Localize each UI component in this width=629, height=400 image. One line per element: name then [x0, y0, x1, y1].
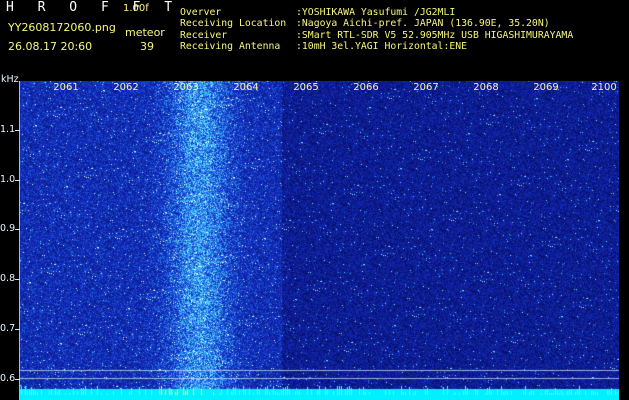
y-tick-label-0-7: 0.7 — [0, 323, 16, 334]
x-tick-label: 2065 — [293, 82, 319, 93]
waterfall-spectrogram — [19, 81, 619, 400]
x-tick-label: 2068 — [473, 82, 499, 93]
y-tick-label-0-9: 0.9 — [0, 223, 16, 234]
observer-value: :YOSHIKAWA Yasufumi /JG2MLI — [296, 7, 456, 18]
meteor-count-label: meteor — [125, 26, 165, 39]
app-version: 1.00f — [123, 3, 149, 14]
y-tick-label-1-0: 1.0 — [0, 174, 16, 185]
y-axis-unit: kHz — [1, 74, 19, 85]
antenna-value: :10mH 3el.YAGI Horizontal:ENE — [296, 41, 468, 52]
waterfall-canvas — [19, 81, 619, 400]
y-tick-mark — [15, 229, 20, 230]
meteor-count-value: 39 — [140, 40, 154, 53]
location-value: :Nagoya Aichi-pref. JAPAN (136.90E, 35.2… — [296, 18, 550, 29]
x-tick-label: 2064 — [233, 82, 259, 93]
y-tick-mark — [15, 130, 20, 131]
x-tick-label: 2062 — [113, 82, 139, 93]
receiver-value: :SMart RTL-SDR V5 52.905MHz USB HIGASHIM… — [296, 30, 574, 41]
x-tick-label: 2061 — [53, 82, 79, 93]
y-tick-mark — [15, 180, 20, 181]
x-tick-label: 2069 — [533, 82, 559, 93]
y-tick-mark — [15, 329, 20, 330]
y-tick-label-0-8: 0.8 — [0, 273, 16, 284]
y-tick-label-0-6: 0.6 — [0, 373, 16, 384]
observer-key: Overver — [180, 7, 222, 18]
hrofft-window: H R O F F T 1.00f YY2608172060.png 26.08… — [0, 0, 629, 400]
x-tick-label: 2067 — [413, 82, 439, 93]
x-tick-label: 2066 — [353, 82, 379, 93]
y-tick-mark — [15, 379, 20, 380]
receiver-key: Receiver — [180, 30, 228, 41]
x-tick-label: 2063 — [173, 82, 199, 93]
capture-datetime: 26.08.17 20:60 — [8, 40, 93, 53]
file-name: YY2608172060.png — [8, 21, 116, 34]
x-tick-label: 2100 — [591, 82, 617, 93]
y-tick-mark — [15, 279, 20, 280]
app-title: H R O F F T — [6, 0, 181, 15]
antenna-key: Receiving Antenna — [180, 41, 281, 52]
y-axis-line — [19, 81, 20, 400]
y-tick-label-1-1: 1.1 — [0, 124, 16, 135]
location-key: Receiving Location — [180, 18, 287, 29]
